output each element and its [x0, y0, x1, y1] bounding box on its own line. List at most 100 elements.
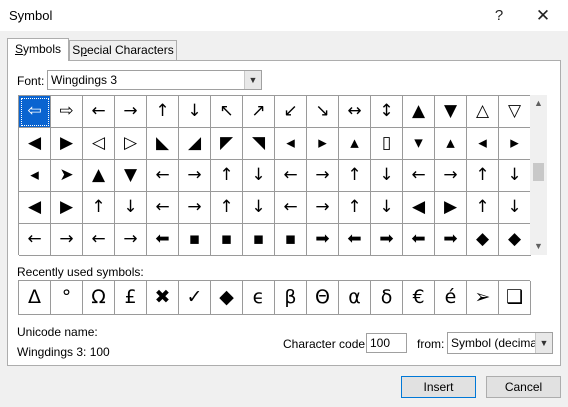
symbol-cell[interactable]: ◆: [467, 224, 499, 256]
symbol-cell[interactable]: ←: [147, 160, 179, 192]
symbol-cell[interactable]: ▲: [403, 96, 435, 128]
symbol-cell[interactable]: ⇦: [19, 96, 51, 128]
recent-symbol-cell[interactable]: °: [51, 281, 83, 315]
symbol-cell[interactable]: ▴: [339, 128, 371, 160]
recent-symbol-cell[interactable]: α: [339, 281, 371, 315]
symbol-cell[interactable]: ◀: [19, 192, 51, 224]
symbol-cell[interactable]: ←: [403, 160, 435, 192]
recent-symbol-cell[interactable]: ❑: [499, 281, 531, 315]
symbol-cell[interactable]: ◥: [243, 128, 275, 160]
symbol-cell[interactable]: ↓: [371, 192, 403, 224]
recent-symbol-cell[interactable]: β: [275, 281, 307, 315]
symbol-cell[interactable]: ▼: [115, 160, 147, 192]
scroll-down-icon[interactable]: ▼: [530, 238, 547, 255]
recent-symbol-cell[interactable]: δ: [371, 281, 403, 315]
symbol-cell[interactable]: ↓: [243, 160, 275, 192]
symbol-cell[interactable]: ↖: [211, 96, 243, 128]
symbol-cell[interactable]: ▸: [499, 128, 531, 160]
symbol-cell[interactable]: ⬅: [403, 224, 435, 256]
symbol-cell[interactable]: ↑: [83, 192, 115, 224]
symbol-cell[interactable]: ▴: [435, 128, 467, 160]
symbol-cell[interactable]: ←: [83, 96, 115, 128]
symbol-cell[interactable]: →: [179, 160, 211, 192]
symbol-cell[interactable]: ➡: [435, 224, 467, 256]
cancel-button[interactable]: Cancel: [486, 376, 561, 398]
symbol-cell[interactable]: ↑: [147, 96, 179, 128]
symbol-cell[interactable]: ◣: [147, 128, 179, 160]
recent-symbol-cell[interactable]: é: [435, 281, 467, 315]
symbol-cell[interactable]: ↙: [275, 96, 307, 128]
symbol-cell[interactable]: ▷: [115, 128, 147, 160]
symbol-cell[interactable]: ←: [19, 224, 51, 256]
symbol-cell[interactable]: △: [467, 96, 499, 128]
symbol-cell[interactable]: ▪: [211, 224, 243, 256]
insert-button[interactable]: Insert: [401, 376, 476, 398]
symbol-cell[interactable]: ↑: [467, 192, 499, 224]
symbol-cell[interactable]: →: [307, 160, 339, 192]
symbol-cell[interactable]: ⬅: [339, 224, 371, 256]
symbol-cell[interactable]: ▶: [51, 128, 83, 160]
recent-symbol-cell[interactable]: Ω: [83, 281, 115, 315]
symbol-cell[interactable]: ↓: [179, 96, 211, 128]
recent-symbol-cell[interactable]: ✓: [179, 281, 211, 315]
symbol-cell[interactable]: ◁: [83, 128, 115, 160]
symbol-cell[interactable]: ↑: [211, 192, 243, 224]
symbol-cell[interactable]: ←: [275, 192, 307, 224]
symbol-cell[interactable]: ◂: [275, 128, 307, 160]
symbol-cell[interactable]: ◤: [211, 128, 243, 160]
symbol-cell[interactable]: ▶: [51, 192, 83, 224]
symbol-cell[interactable]: ↘: [307, 96, 339, 128]
symbol-cell[interactable]: ◆: [499, 224, 531, 256]
symbol-cell[interactable]: ⇨: [51, 96, 83, 128]
symbol-cell[interactable]: →: [115, 96, 147, 128]
symbol-cell[interactable]: ◀: [19, 128, 51, 160]
symbol-cell[interactable]: →: [115, 224, 147, 256]
symbol-cell[interactable]: ▽: [499, 96, 531, 128]
symbol-cell[interactable]: ◂: [19, 160, 51, 192]
font-dropdown[interactable]: Wingdings 3 ▼: [47, 70, 262, 90]
symbol-cell[interactable]: ⬅: [147, 224, 179, 256]
recent-symbol-cell[interactable]: ◆: [211, 281, 243, 315]
symbol-cell[interactable]: ↓: [499, 160, 531, 192]
scroll-thumb[interactable]: [533, 163, 544, 181]
symbol-cell[interactable]: ◀: [403, 192, 435, 224]
symbol-cell[interactable]: ➡: [371, 224, 403, 256]
symbol-cell[interactable]: ➡: [307, 224, 339, 256]
symbol-cell[interactable]: ↕: [371, 96, 403, 128]
symbol-cell[interactable]: ←: [147, 192, 179, 224]
symbol-cell[interactable]: ▼: [435, 96, 467, 128]
symbol-cell[interactable]: ↓: [371, 160, 403, 192]
recent-symbol-cell[interactable]: Θ: [307, 281, 339, 315]
symbol-cell[interactable]: ▲: [83, 160, 115, 192]
tab-symbols[interactable]: Symbols: [7, 38, 69, 61]
symbol-cell[interactable]: ▾: [403, 128, 435, 160]
symbol-grid-scrollbar[interactable]: ▲ ▼: [530, 95, 547, 255]
recent-symbol-cell[interactable]: ϵ: [243, 281, 275, 315]
symbol-cell[interactable]: ↓: [243, 192, 275, 224]
symbol-cell[interactable]: ↑: [211, 160, 243, 192]
close-icon[interactable]: ✕: [530, 3, 556, 29]
symbol-cell[interactable]: ↑: [339, 192, 371, 224]
symbol-cell[interactable]: ↓: [499, 192, 531, 224]
symbol-cell[interactable]: ◂: [467, 128, 499, 160]
symbol-cell[interactable]: ▪: [275, 224, 307, 256]
symbol-cell[interactable]: →: [51, 224, 83, 256]
help-icon[interactable]: ?: [486, 3, 512, 29]
symbol-cell[interactable]: ←: [83, 224, 115, 256]
symbol-cell[interactable]: ←: [275, 160, 307, 192]
character-code-input[interactable]: [366, 333, 407, 353]
chevron-down-icon[interactable]: ▼: [535, 333, 552, 353]
recent-symbol-cell[interactable]: ➢: [467, 281, 499, 315]
chevron-down-icon[interactable]: ▼: [244, 71, 261, 89]
symbol-cell[interactable]: ▯: [371, 128, 403, 160]
symbol-cell[interactable]: →: [179, 192, 211, 224]
symbol-cell[interactable]: ◢: [179, 128, 211, 160]
recent-symbol-cell[interactable]: ✖: [147, 281, 179, 315]
symbol-cell[interactable]: ▪: [243, 224, 275, 256]
scroll-up-icon[interactable]: ▲: [530, 95, 547, 112]
symbol-cell[interactable]: ↓: [115, 192, 147, 224]
tab-special-characters[interactable]: Special Characters: [69, 40, 177, 61]
symbol-cell[interactable]: ↑: [467, 160, 499, 192]
symbol-cell[interactable]: ↔: [339, 96, 371, 128]
symbol-cell[interactable]: ↗: [243, 96, 275, 128]
